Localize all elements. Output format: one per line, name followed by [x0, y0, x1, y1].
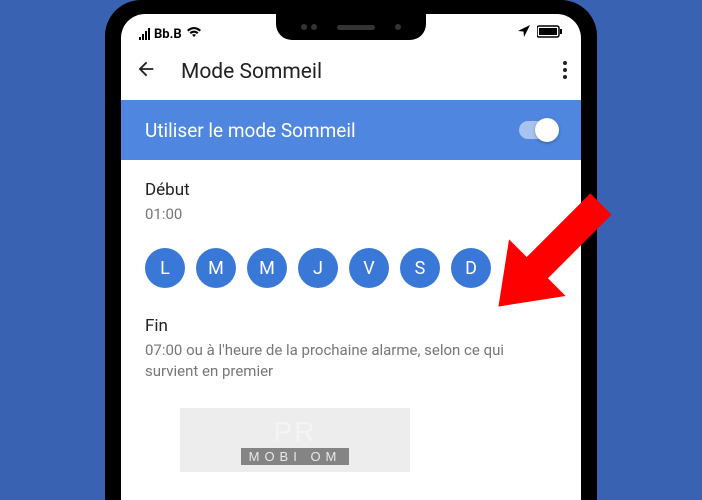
day-selector: L M M J V S D — [121, 234, 581, 296]
notch — [276, 14, 426, 40]
start-label: Début — [145, 180, 557, 200]
day-chip-thu[interactable]: J — [298, 248, 338, 288]
location-icon — [517, 24, 531, 42]
day-chip-mon[interactable]: L — [145, 248, 185, 288]
carrier-label: Bb.B — [154, 27, 182, 42]
app-bar: Mode Sommeil — [121, 44, 581, 100]
overflow-menu-button[interactable] — [563, 60, 567, 84]
page-title: Mode Sommeil — [181, 60, 322, 84]
screen: Bb.B Mode Sommeil — [121, 14, 581, 500]
signal-icon — [139, 28, 150, 40]
start-time: 01:00 — [145, 204, 557, 224]
wifi-icon — [186, 26, 202, 42]
sleep-mode-label: Utiliser le mode Sommeil — [145, 119, 356, 142]
day-chip-tue[interactable]: M — [196, 248, 236, 288]
end-value: 07:00 ou à l'heure de la prochaine alarm… — [145, 340, 557, 381]
back-button[interactable] — [135, 58, 157, 86]
sleep-mode-toggle-row[interactable]: Utiliser le mode Sommeil — [121, 100, 581, 160]
phone-frame: Bb.B Mode Sommeil — [105, 0, 597, 500]
sleep-mode-switch[interactable] — [519, 121, 557, 139]
day-chip-fri[interactable]: V — [349, 248, 389, 288]
day-chip-wed[interactable]: M — [247, 248, 287, 288]
day-chip-sun[interactable]: D — [451, 248, 491, 288]
battery-icon — [537, 25, 563, 42]
start-section[interactable]: Début 01:00 — [121, 160, 581, 234]
end-label: Fin — [145, 316, 557, 336]
day-chip-sat[interactable]: S — [400, 248, 440, 288]
end-section[interactable]: Fin 07:00 ou à l'heure de la prochaine a… — [121, 296, 581, 391]
